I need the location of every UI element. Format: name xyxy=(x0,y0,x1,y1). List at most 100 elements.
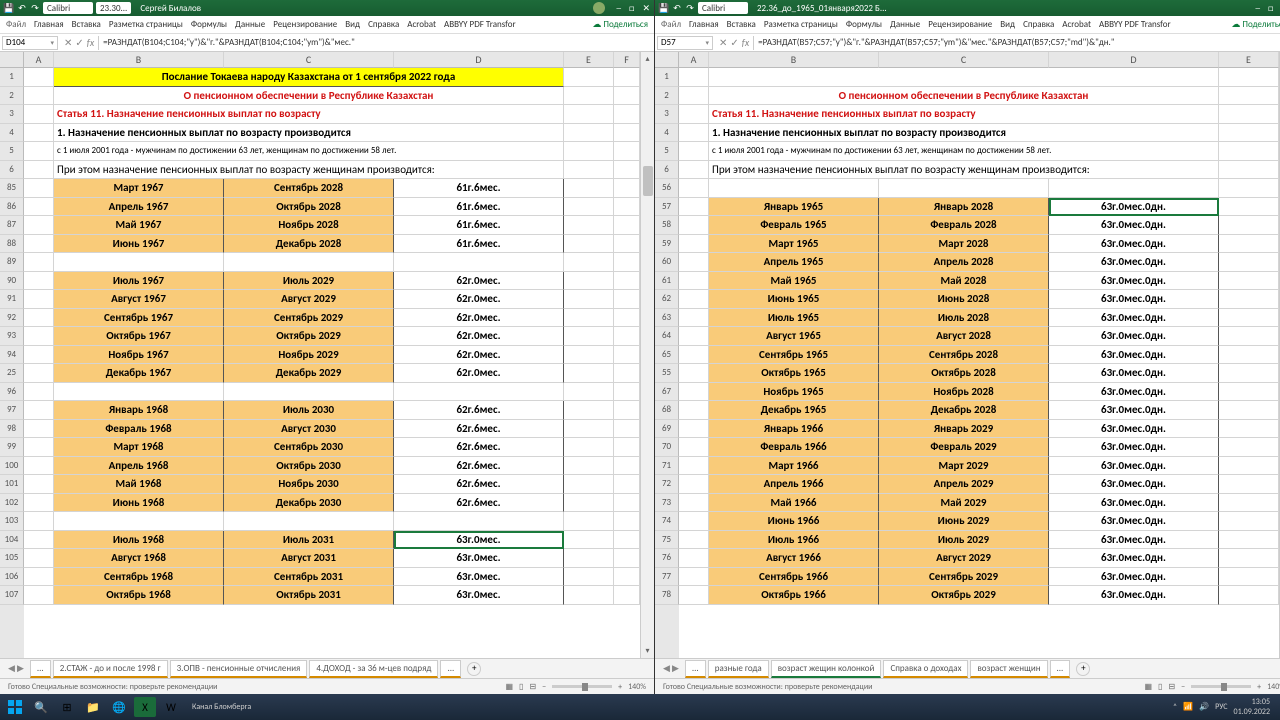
row-header[interactable]: 78 xyxy=(655,586,679,605)
sheet-tab[interactable]: 3.ОПВ - пенсионные отчисления xyxy=(170,660,308,678)
cell[interactable] xyxy=(564,401,614,420)
name-box[interactable]: D57▾ xyxy=(657,36,713,50)
cell[interactable]: Март 1968 xyxy=(54,438,224,457)
cell[interactable] xyxy=(679,531,709,550)
cell[interactable]: 62г.6мес. xyxy=(394,494,564,513)
cell[interactable]: с 1 июля 2001 года - мужчинам по достиже… xyxy=(54,142,564,161)
cell[interactable]: Октябрь 2028 xyxy=(224,198,394,217)
cell[interactable]: Статья 11. Назначение пенсионных выплат … xyxy=(709,105,1219,124)
edge-icon[interactable]: 🌐 xyxy=(108,697,130,717)
fx-icon[interactable]: fx xyxy=(87,36,94,49)
ribbon-tab[interactable]: Файл xyxy=(6,19,26,30)
sheet-tab[interactable]: ... xyxy=(685,660,706,678)
cell[interactable]: Ноябрь 1967 xyxy=(54,346,224,365)
cell[interactable] xyxy=(614,586,640,605)
cell[interactable] xyxy=(1219,87,1279,106)
cell[interactable]: 63г.0мес.0дн. xyxy=(1049,309,1219,328)
row-header[interactable]: 69 xyxy=(655,420,679,439)
cell[interactable]: 62г.0мес. xyxy=(394,327,564,346)
cell[interactable]: Февраль 2028 xyxy=(879,216,1049,235)
start-button[interactable] xyxy=(4,697,26,717)
cell[interactable]: Январь 1968 xyxy=(54,401,224,420)
row-header[interactable]: 3 xyxy=(0,105,24,124)
zoom-slider[interactable] xyxy=(552,685,612,688)
cell[interactable]: 62г.6мес. xyxy=(394,438,564,457)
cell[interactable] xyxy=(679,494,709,513)
cell[interactable] xyxy=(24,586,54,605)
cell[interactable]: Март 1967 xyxy=(54,179,224,198)
cell[interactable] xyxy=(709,179,879,198)
sheet-tab[interactable]: Справка о доходах xyxy=(883,660,968,678)
cell[interactable] xyxy=(1219,179,1279,198)
row-header[interactable]: 73 xyxy=(655,494,679,513)
cell[interactable]: Октябрь 2029 xyxy=(224,327,394,346)
row-header[interactable]: 3 xyxy=(655,105,679,124)
ribbon-tab[interactable]: Файл xyxy=(661,19,681,30)
view-layout-icon[interactable]: ▯ xyxy=(1158,682,1162,692)
cell[interactable]: 63г.0мес.0дн. xyxy=(1049,216,1219,235)
cell[interactable] xyxy=(564,309,614,328)
explorer-icon[interactable]: 📁 xyxy=(82,697,104,717)
cell[interactable] xyxy=(564,383,614,402)
cell[interactable] xyxy=(24,124,54,143)
cell[interactable]: Август 2031 xyxy=(224,549,394,568)
cell[interactable] xyxy=(679,401,709,420)
cell[interactable]: Сентябрь 1966 xyxy=(709,568,879,587)
row-header[interactable]: 86 xyxy=(0,198,24,217)
row-header[interactable]: 2 xyxy=(655,87,679,106)
cell[interactable]: Послание Токаева народу Казахстана от 1 … xyxy=(54,68,564,87)
minimize-icon[interactable]: ─ xyxy=(1256,3,1261,14)
cell[interactable]: 63г.0мес.0дн. xyxy=(1049,198,1219,217)
row-header[interactable]: 58 xyxy=(655,216,679,235)
cell[interactable] xyxy=(564,68,614,87)
cell[interactable]: При этом назначение пенсионных выплат по… xyxy=(709,161,1219,180)
cell[interactable] xyxy=(24,383,54,402)
cell[interactable] xyxy=(564,364,614,383)
zoom-slider[interactable] xyxy=(1191,685,1251,688)
cell[interactable]: Сентябрь 2028 xyxy=(879,346,1049,365)
row-header[interactable]: 1 xyxy=(0,68,24,87)
cell[interactable] xyxy=(564,290,614,309)
cell[interactable] xyxy=(679,235,709,254)
cell[interactable]: 63г.0мес.0дн. xyxy=(1049,420,1219,439)
cell[interactable] xyxy=(1219,124,1279,143)
cell[interactable] xyxy=(1219,438,1279,457)
cell[interactable] xyxy=(24,198,54,217)
cell[interactable]: Июль 2031 xyxy=(224,531,394,550)
cell[interactable] xyxy=(614,272,640,291)
fx-accept-icon[interactable]: ✓ xyxy=(730,36,738,49)
cell[interactable] xyxy=(679,383,709,402)
fx-icon[interactable]: fx xyxy=(742,36,749,49)
undo-icon[interactable]: ↶ xyxy=(672,3,682,13)
cell[interactable] xyxy=(24,290,54,309)
cell[interactable] xyxy=(614,364,640,383)
row-header[interactable]: 63 xyxy=(655,309,679,328)
redo-icon[interactable]: ↷ xyxy=(30,3,40,13)
view-normal-icon[interactable]: ▦ xyxy=(505,682,513,692)
cell[interactable]: Октябрь 1967 xyxy=(54,327,224,346)
cell[interactable] xyxy=(24,272,54,291)
cell[interactable]: Июнь 2028 xyxy=(879,290,1049,309)
cell[interactable] xyxy=(679,309,709,328)
cell[interactable] xyxy=(394,383,564,402)
cell[interactable] xyxy=(564,161,614,180)
cell[interactable] xyxy=(54,253,224,272)
cell[interactable]: Май 1967 xyxy=(54,216,224,235)
cell[interactable] xyxy=(614,68,640,87)
cell[interactable]: Декабрь 2028 xyxy=(224,235,394,254)
cell[interactable] xyxy=(614,253,640,272)
col-header[interactable]: C xyxy=(224,52,394,68)
search-icon[interactable]: 🔍 xyxy=(30,697,52,717)
cell[interactable] xyxy=(1219,401,1279,420)
row-header[interactable]: 59 xyxy=(655,235,679,254)
cell[interactable] xyxy=(24,494,54,513)
row-header[interactable]: 55 xyxy=(655,364,679,383)
excel-icon[interactable]: X xyxy=(134,697,156,717)
cell[interactable] xyxy=(679,475,709,494)
cell[interactable] xyxy=(679,142,709,161)
col-header[interactable]: D xyxy=(394,52,564,68)
cell[interactable] xyxy=(679,457,709,476)
cell[interactable]: Октябрь 2031 xyxy=(224,586,394,605)
cell[interactable] xyxy=(1219,531,1279,550)
cell[interactable] xyxy=(24,568,54,587)
